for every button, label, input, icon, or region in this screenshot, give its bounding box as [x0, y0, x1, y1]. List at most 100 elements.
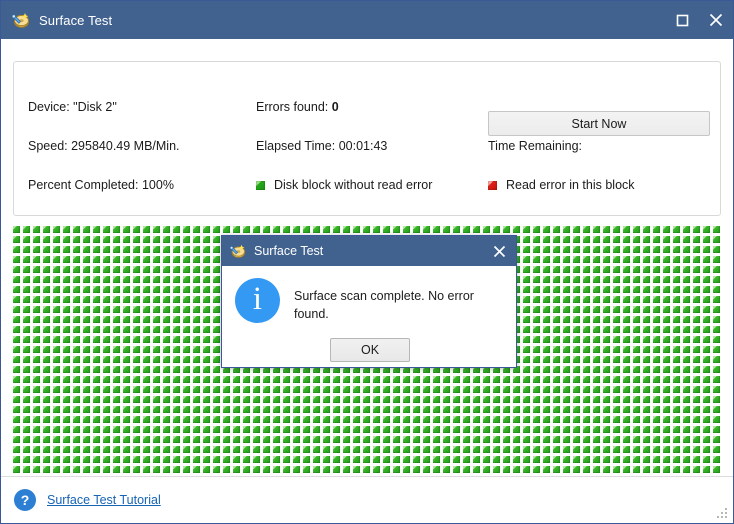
disk-block [713, 426, 720, 433]
disk-block [323, 376, 330, 383]
disk-block [593, 326, 600, 333]
disk-block [63, 446, 70, 453]
disk-block [443, 406, 450, 413]
disk-block [183, 416, 190, 423]
disk-block [613, 226, 620, 233]
disk-block [183, 466, 190, 473]
disk-block [163, 256, 170, 263]
disk-block [93, 336, 100, 343]
disk-block [353, 426, 360, 433]
disk-block [453, 426, 460, 433]
start-now-button[interactable]: Start Now [488, 111, 710, 136]
disk-block [63, 346, 70, 353]
disk-block [333, 396, 340, 403]
disk-block [133, 416, 140, 423]
disk-block [423, 456, 430, 463]
disk-block [593, 356, 600, 363]
question-mark-icon[interactable]: ? [14, 489, 36, 511]
disk-block [443, 446, 450, 453]
maximize-icon[interactable] [665, 1, 699, 39]
close-icon[interactable] [699, 1, 733, 39]
disk-block [123, 306, 130, 313]
disk-block [33, 306, 40, 313]
disk-block [713, 376, 720, 383]
disk-block [563, 416, 570, 423]
disk-block [23, 276, 30, 283]
disk-block [633, 446, 640, 453]
ok-button[interactable]: OK [330, 338, 410, 362]
disk-block [53, 416, 60, 423]
disk-block [123, 346, 130, 353]
disk-block [153, 226, 160, 233]
disk-block [163, 286, 170, 293]
disk-block [103, 366, 110, 373]
disk-block [163, 356, 170, 363]
dialog-title-bar[interactable]: Surface Test [222, 236, 516, 266]
disk-block [513, 406, 520, 413]
disk-block [413, 226, 420, 233]
disk-block [133, 406, 140, 413]
disk-block [713, 336, 720, 343]
disk-block [213, 256, 220, 263]
disk-block [593, 396, 600, 403]
disk-block [63, 386, 70, 393]
disk-block [143, 226, 150, 233]
disk-block [363, 426, 370, 433]
disk-block [303, 376, 310, 383]
disk-block [353, 416, 360, 423]
disk-block [523, 436, 530, 443]
disk-block [583, 436, 590, 443]
disk-block [643, 246, 650, 253]
disk-block [53, 466, 60, 473]
close-icon[interactable] [482, 236, 516, 266]
disk-block [603, 376, 610, 383]
disk-block [483, 396, 490, 403]
disk-block [683, 296, 690, 303]
disk-block [623, 296, 630, 303]
disk-block [273, 466, 280, 473]
disk-block [163, 386, 170, 393]
disk-block [143, 326, 150, 333]
disk-block [213, 406, 220, 413]
disk-block [243, 396, 250, 403]
resize-grip-icon[interactable] [716, 507, 729, 520]
disk-block [413, 396, 420, 403]
disk-block [603, 326, 610, 333]
disk-block [33, 266, 40, 273]
disk-block [43, 406, 50, 413]
disk-block [103, 286, 110, 293]
disk-block [253, 446, 260, 453]
disk-block [673, 436, 680, 443]
disk-block [153, 306, 160, 313]
disk-block [73, 326, 80, 333]
disk-block [283, 396, 290, 403]
disk-block [643, 286, 650, 293]
disk-block [163, 346, 170, 353]
disk-block [583, 376, 590, 383]
disk-block [73, 266, 80, 273]
disk-block [153, 446, 160, 453]
disk-block [13, 256, 20, 263]
disk-block [373, 386, 380, 393]
disk-block [203, 336, 210, 343]
disk-block [423, 386, 430, 393]
disk-block [683, 326, 690, 333]
disk-block [633, 346, 640, 353]
disk-block [423, 426, 430, 433]
disk-block [583, 286, 590, 293]
disk-block [543, 446, 550, 453]
window-title-bar[interactable]: Surface Test [1, 1, 733, 39]
disk-block [453, 416, 460, 423]
disk-block [633, 256, 640, 263]
disk-block [403, 376, 410, 383]
disk-block [643, 226, 650, 233]
disk-block [623, 286, 630, 293]
disk-block [673, 306, 680, 313]
disk-block [43, 236, 50, 243]
disk-block [183, 296, 190, 303]
disk-block [63, 466, 70, 473]
disk-block [443, 396, 450, 403]
disk-block [303, 406, 310, 413]
disk-block [533, 346, 540, 353]
surface-test-tutorial-link[interactable]: Surface Test Tutorial [47, 493, 161, 507]
